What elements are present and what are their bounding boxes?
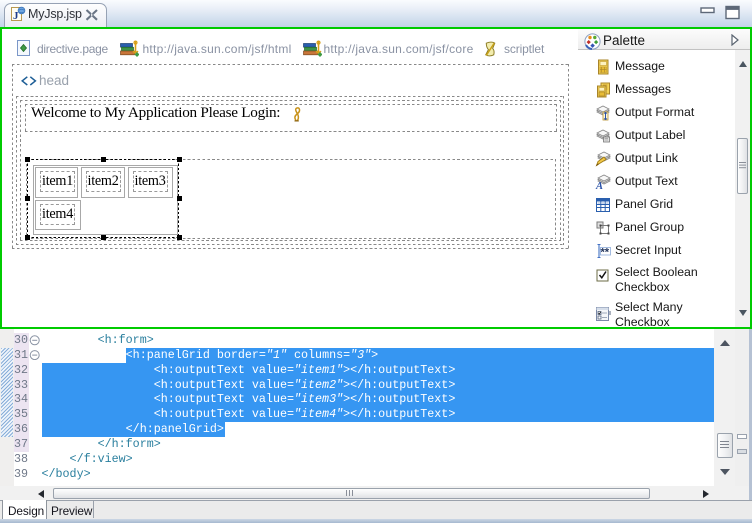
svg-text:A: A (595, 181, 603, 190)
svg-text:**: ** (601, 246, 610, 258)
